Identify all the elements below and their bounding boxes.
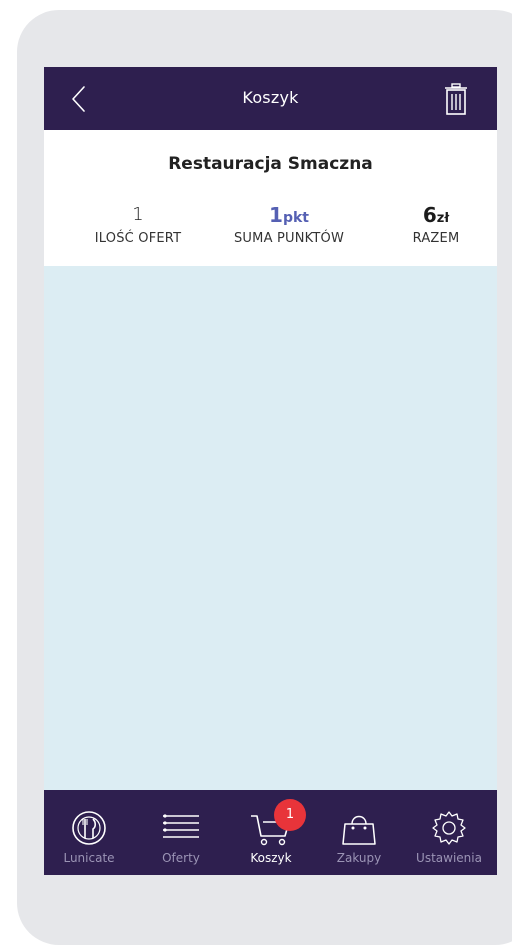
offers-count-value: 1: [132, 204, 144, 225]
cart-count-badge: 1: [274, 799, 306, 831]
gear-icon: [432, 811, 466, 845]
trash-icon: [445, 83, 467, 115]
page-title: Koszyk: [242, 88, 299, 107]
nav-item-lunicate[interactable]: Lunicate: [44, 790, 134, 875]
delete-cart-button[interactable]: [441, 82, 471, 116]
offers-count-label: ILOŚĆ OFERT: [94, 231, 182, 246]
nav-item-zakupy[interactable]: Zakupy: [314, 790, 404, 875]
cart-summary: Restauracja Smaczna 1 ILOŚĆ OFERT 1pkt S…: [44, 130, 497, 266]
nav-label-zakupy: Zakupy: [336, 851, 382, 865]
nav-label-koszyk: Koszyk: [250, 851, 292, 865]
nav-label-ustawienia: Ustawienia: [416, 851, 482, 865]
offers-count-stat: 1 ILOŚĆ OFERT: [68, 202, 208, 246]
total-label: RAZEM: [412, 231, 460, 246]
nav-item-koszyk[interactable]: Koszyk: [226, 790, 316, 875]
points-sum-unit: pkt: [282, 210, 309, 226]
total-value: 6: [422, 203, 437, 227]
points-sum-stat: 1pkt SUMA PUNKTÓW: [214, 202, 364, 246]
app-screen: Koszyk Restauracja Smaczna 1 ILOŚĆ OFERT…: [44, 67, 497, 875]
restaurant-name: Restauracja Smaczna: [168, 154, 373, 174]
total-stat: 6zł RAZEM: [386, 202, 486, 246]
plate-fork-knife-icon: [72, 811, 106, 845]
nav-label-oferty: Oferty: [162, 851, 200, 865]
total-currency: zł: [436, 211, 450, 226]
bag-icon: [342, 815, 376, 845]
cart-items-area: [44, 266, 497, 790]
nav-item-oferty[interactable]: Oferty: [136, 790, 226, 875]
nav-label-lunicate: Lunicate: [63, 851, 115, 865]
points-sum-value: 1: [269, 203, 283, 227]
nav-item-ustawienia[interactable]: Ustawienia: [404, 790, 494, 875]
list-icon: [163, 814, 199, 838]
bottom-navigation: Lunicate Oferty Koszyk Zakupy Ustawienia: [44, 790, 497, 875]
points-sum-label: SUMA PUNKTÓW: [233, 231, 345, 246]
top-bar: Koszyk: [44, 67, 497, 130]
